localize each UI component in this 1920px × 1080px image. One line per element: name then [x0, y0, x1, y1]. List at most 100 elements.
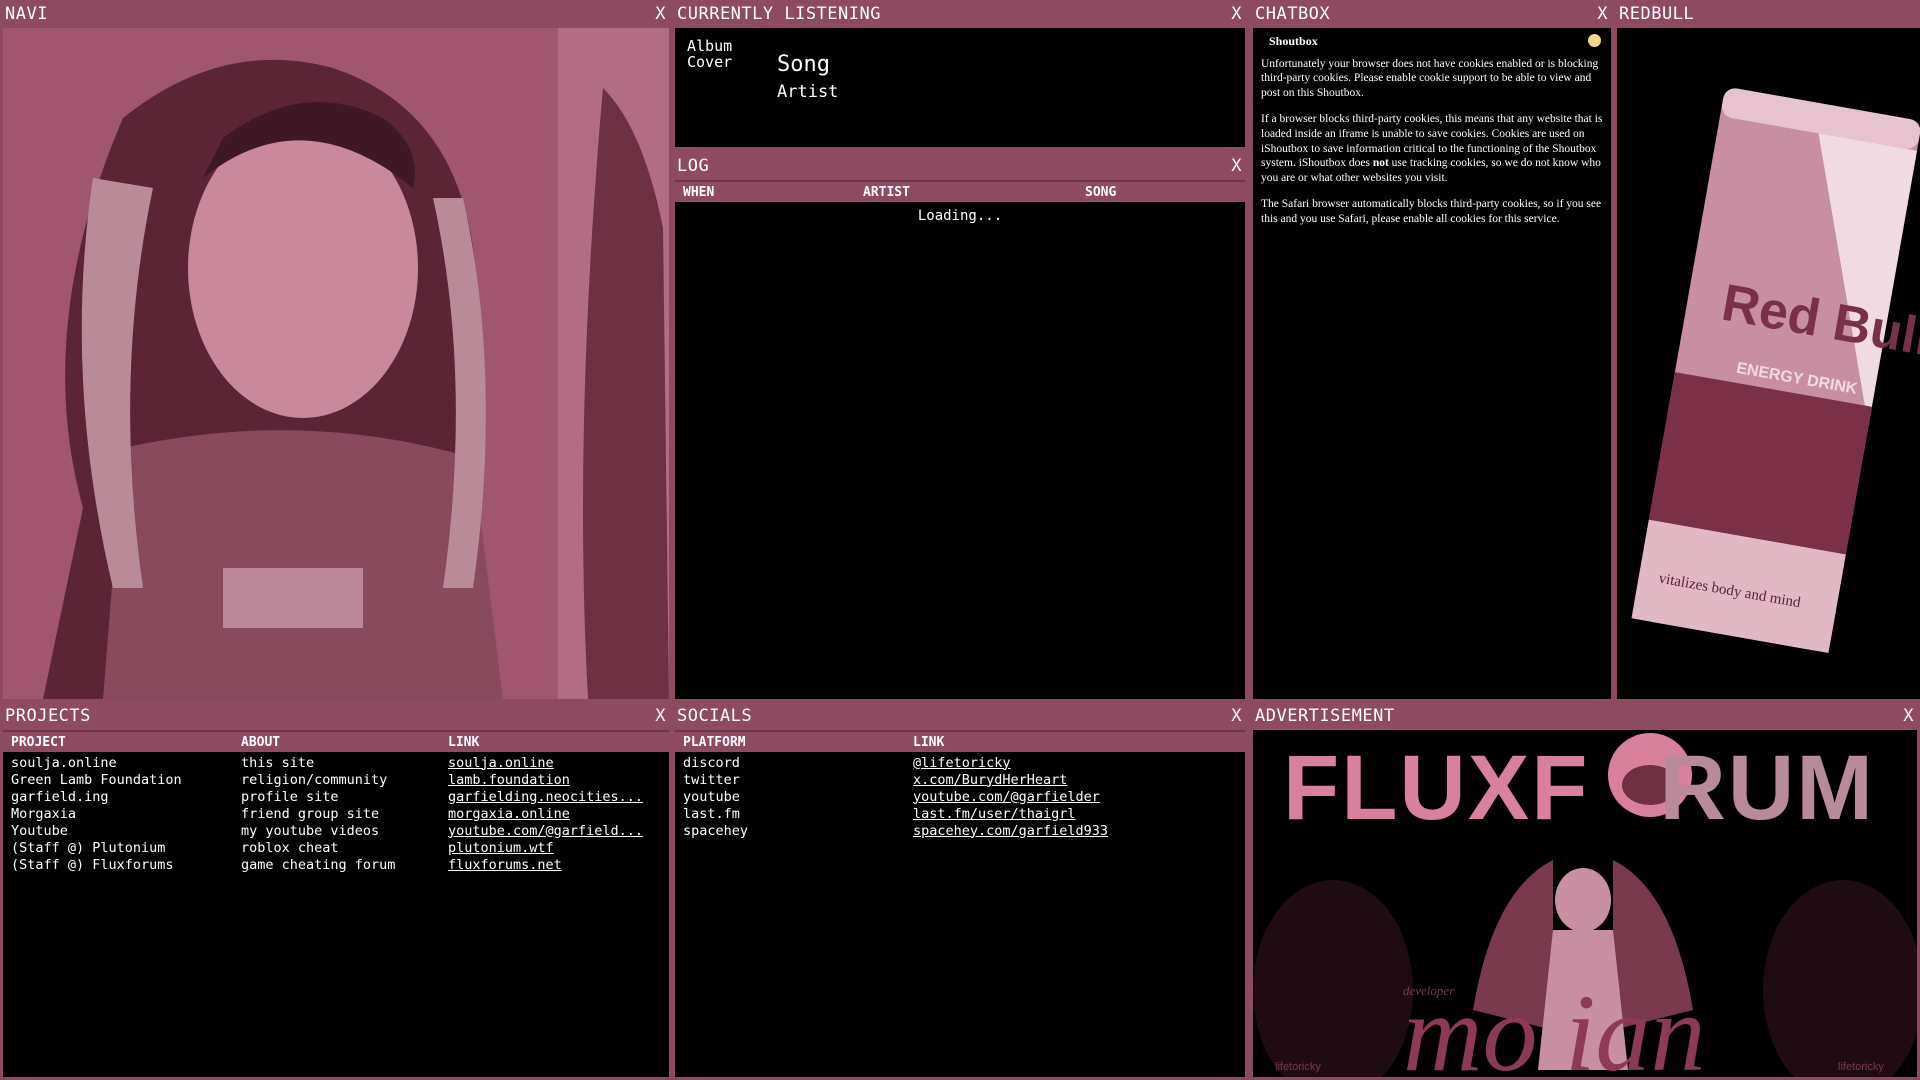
advert-titlebar: ADVERTISEMENT X: [1250, 702, 1920, 730]
advert-banner[interactable]: mo ian developer lifetoricky lifetoricky…: [1253, 730, 1917, 1077]
log-close-button[interactable]: X: [1231, 156, 1242, 176]
song-artist: Artist: [777, 82, 839, 102]
social-platform: youtube: [683, 788, 740, 805]
project-name: soulja.online: [11, 754, 117, 771]
projects-close-button[interactable]: X: [655, 706, 666, 726]
socials-table-header: PLATFORM LINK: [675, 730, 1245, 752]
project-link[interactable]: youtube.com/@garfield...: [448, 823, 643, 839]
table-row: (Staff @) Fluxforums game cheating forum f…: [3, 856, 669, 873]
listening-title: CURRENTLY LISTENING: [677, 4, 881, 24]
listening-window: CURRENTLY LISTENING X Album Cover Song A…: [672, 0, 1248, 150]
socials-header-platform: PLATFORM: [683, 734, 746, 750]
project-about: religion/community: [241, 771, 388, 788]
advert-brand-right: RUM: [1659, 737, 1875, 839]
social-link[interactable]: spacehey.com/garfield933: [913, 823, 1108, 839]
project-name: Youtube: [11, 822, 68, 839]
projects-header-link: LINK: [448, 734, 480, 750]
socials-header-link: LINK: [913, 734, 945, 750]
project-about: game cheating forum: [241, 856, 396, 873]
chatbox-title: CHATBOX: [1255, 4, 1331, 24]
album-cover: Album Cover: [687, 37, 733, 71]
shoutbox-title: Shoutbox: [1269, 34, 1318, 48]
log-loading-text: Loading...: [917, 208, 1003, 224]
projects-header-about: ABOUT: [241, 734, 281, 750]
socials-titlebar: SOCIALS X: [672, 702, 1248, 730]
log-table-header: WHEN ARTIST SONG: [675, 180, 1245, 202]
navi-title: NAVI: [5, 4, 48, 24]
social-link[interactable]: x.com/BurydHerHeart: [913, 772, 1067, 788]
project-about: roblox cheat: [241, 839, 339, 856]
log-window: LOG X WHEN ARTIST SONG Loading...: [672, 152, 1248, 702]
log-titlebar: LOG X: [672, 152, 1248, 180]
log-header-song: SONG: [1085, 184, 1117, 200]
advert-close-button[interactable]: X: [1903, 706, 1914, 726]
chatbox-titlebar: CHATBOX X: [1250, 0, 1614, 28]
table-row: soulja.online this site soulja.online: [3, 754, 669, 771]
redbull-window: REDBULL Red Bull ENERGY DRINK vitalizes …: [1614, 0, 1920, 702]
table-row: Green Lamb Foundation religion/community l…: [3, 771, 669, 788]
redbull-can-image: Red Bull ENERGY DRINK vitalizes body and…: [1617, 28, 1920, 699]
log-title: LOG: [677, 156, 710, 176]
projects-title: PROJECTS: [5, 706, 91, 726]
project-about: friend group site: [241, 805, 380, 822]
advert-title: ADVERTISEMENT: [1255, 706, 1395, 726]
project-link[interactable]: fluxforums.net: [448, 857, 562, 873]
project-name: (Staff @) Fluxforums: [11, 856, 174, 873]
project-link[interactable]: plutonium.wtf: [448, 840, 554, 856]
cookie-notice-1: Unfortunately your browser does not have…: [1261, 57, 1599, 99]
table-row: Morgaxia friend group site morgaxia.online: [3, 805, 669, 822]
listening-titlebar: CURRENTLY LISTENING X: [672, 0, 1248, 28]
listening-body: Album Cover Song Artist: [675, 28, 1245, 147]
table-row: discord @lifetoricky: [675, 754, 1245, 771]
redbull-body: Red Bull ENERGY DRINK vitalizes body and…: [1617, 28, 1920, 699]
cookie-notice-3: The Safari browser automatically blocks …: [1261, 198, 1602, 225]
navi-body: [3, 28, 669, 699]
social-platform: last.fm: [683, 805, 740, 822]
projects-table-header: PROJECT ABOUT LINK: [3, 730, 669, 752]
cookie-notice-2: If a browser blocks third-party cookies,…: [1261, 113, 1603, 184]
socials-window: SOCIALS X PLATFORM LINK discord @lifetori…: [672, 702, 1248, 1080]
project-link[interactable]: morgaxia.online: [448, 806, 570, 822]
project-link[interactable]: soulja.online: [448, 755, 554, 771]
log-header-artist: ARTIST: [863, 184, 910, 200]
log-header-when: WHEN: [683, 184, 715, 200]
song-title: Song: [777, 52, 830, 77]
project-name: Morgaxia: [11, 805, 77, 822]
social-link[interactable]: last.fm/user/thaigrl: [913, 806, 1076, 822]
project-about: profile site: [241, 788, 339, 805]
socials-title: SOCIALS: [677, 706, 753, 726]
portrait-image: [3, 28, 669, 699]
advert-window: ADVERTISEMENT X mo ian developer lifetor…: [1250, 702, 1920, 1080]
social-link[interactable]: youtube.com/@garfielder: [913, 789, 1100, 805]
project-about: this site: [241, 754, 315, 771]
redbull-title: REDBULL: [1619, 4, 1695, 24]
project-name: (Staff @) Plutonium: [11, 839, 166, 856]
advert-brand: FLUXF RUM: [1283, 742, 1875, 834]
navi-close-button[interactable]: X: [655, 4, 666, 24]
advert-footer-right: lifetoricky: [1838, 1061, 1884, 1073]
table-row: spacehey spacehey.com/garfield933: [675, 822, 1245, 839]
socials-close-button[interactable]: X: [1231, 706, 1242, 726]
project-link[interactable]: lamb.foundation: [448, 772, 570, 788]
table-row: (Staff @) Plutonium roblox cheat plutonium…: [3, 839, 669, 856]
log-body: WHEN ARTIST SONG Loading...: [675, 180, 1245, 699]
projects-body: PROJECT ABOUT LINK soulja.online this sit…: [3, 730, 669, 1077]
chatbox-window: CHATBOX X Shoutbox Unfortunately your br…: [1250, 0, 1614, 702]
smiley-icon[interactable]: [1588, 34, 1601, 47]
social-platform: discord: [683, 754, 740, 771]
advert-footer-left: lifetoricky: [1275, 1061, 1321, 1073]
projects-titlebar: PROJECTS X: [0, 702, 672, 730]
social-link[interactable]: @lifetoricky: [913, 755, 1011, 771]
table-row: last.fm last.fm/user/thaigrl: [675, 805, 1245, 822]
project-name: garfield.ing: [11, 788, 109, 805]
chatbox-close-button[interactable]: X: [1597, 4, 1608, 24]
project-about: my youtube videos: [241, 822, 380, 839]
listening-close-button[interactable]: X: [1231, 4, 1242, 24]
navi-window: NAVI X: [0, 0, 672, 702]
shoutbox-header: Shoutbox: [1269, 34, 1605, 49]
table-row: twitter x.com/BurydHerHeart: [675, 771, 1245, 788]
social-platform: twitter: [683, 771, 740, 788]
navi-titlebar: NAVI X: [0, 0, 672, 28]
advert-small-script: developer: [1403, 983, 1455, 998]
project-link[interactable]: garfielding.neocities...: [448, 789, 643, 805]
